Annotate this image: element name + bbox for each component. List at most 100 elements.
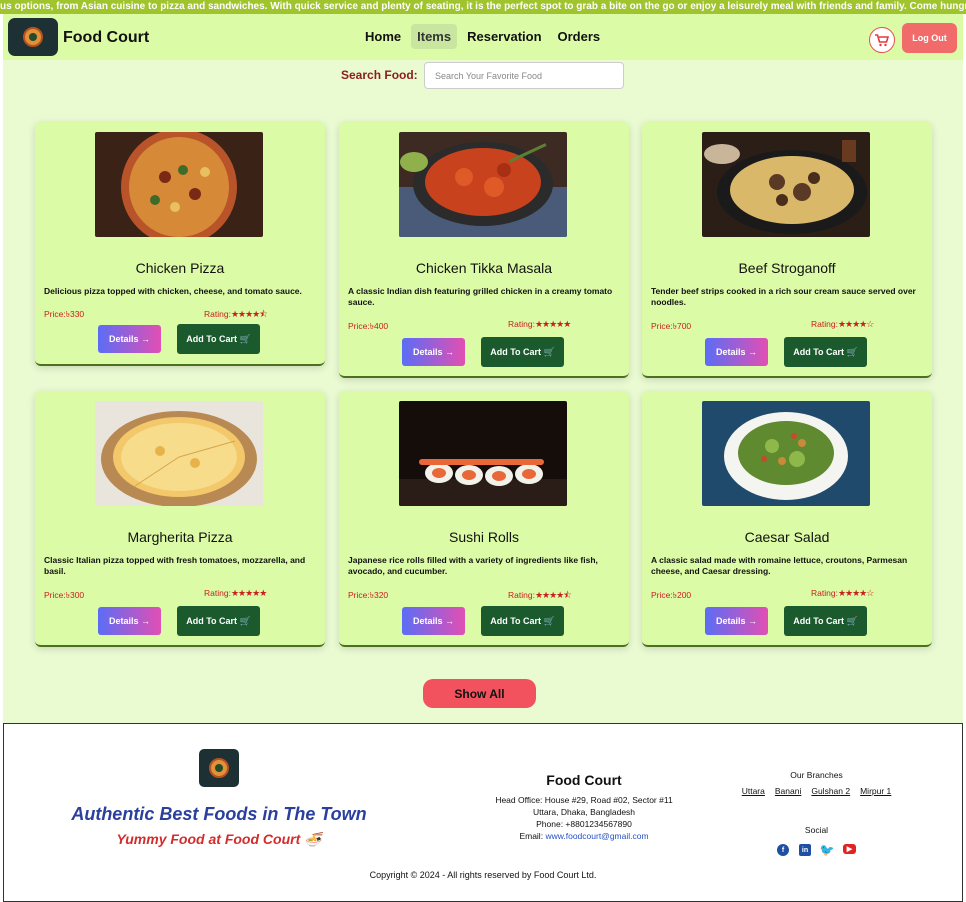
star-icons: ★★★★☆ xyxy=(837,319,874,329)
details-label: Details xyxy=(715,347,746,357)
add-to-cart-button[interactable]: Add To Cart 🛒 xyxy=(177,324,260,354)
food-rating: Rating:★★★★★ xyxy=(508,319,571,330)
branch-link[interactable]: Banani xyxy=(775,786,801,796)
add-to-cart-button[interactable]: Add To Cart 🛒 xyxy=(481,337,564,367)
food-image xyxy=(702,401,870,506)
announcement-marquee: us options, from Asian cuisine to pizza … xyxy=(0,0,966,14)
footer-tagline: Authentic Best Foods in The Town xyxy=(71,804,367,824)
footer-contact: Head Office: House #29, Road #02, Sector… xyxy=(434,794,734,842)
price-value: ৳400 xyxy=(369,321,389,331)
add-to-cart-label: Add To Cart xyxy=(186,334,238,344)
arrow-right-icon: → xyxy=(138,616,151,626)
price-label: Price: xyxy=(44,590,66,600)
youtube-icon[interactable]: ▶ xyxy=(843,844,856,854)
cart-icon: 🛒 xyxy=(237,615,251,626)
details-label: Details xyxy=(412,347,443,357)
email-label: Email: xyxy=(519,831,544,841)
logo[interactable] xyxy=(8,18,58,56)
nav-home[interactable]: Home xyxy=(359,24,407,49)
arrow-right-icon: → xyxy=(745,347,758,357)
twitter-icon[interactable]: 🐦 xyxy=(820,843,835,857)
footer-phone: Phone: +8801234567890 xyxy=(536,819,632,829)
cart-icon: 🛒 xyxy=(844,615,858,626)
nav-orders[interactable]: Orders xyxy=(552,24,607,49)
food-title: Caesar Salad xyxy=(744,529,830,545)
price-value: ৳200 xyxy=(672,590,692,600)
food-title: Chicken Tikka Masala xyxy=(415,260,553,276)
cart-icon xyxy=(875,33,889,46)
add-to-cart-button[interactable]: Add To Cart 🛒 xyxy=(784,606,867,636)
footer-subtagline: Yummy Food at Food Court 🍜 xyxy=(116,831,322,847)
food-image xyxy=(702,132,870,237)
details-button[interactable]: Details → xyxy=(402,607,465,635)
branch-link[interactable]: Uttara xyxy=(742,786,765,796)
cart-button[interactable] xyxy=(869,27,895,53)
star-icons: ★★★★★ xyxy=(230,588,267,598)
rating-label: Rating: xyxy=(204,588,231,598)
footer-logo xyxy=(199,749,239,787)
add-to-cart-button[interactable]: Add To Cart 🛒 xyxy=(177,606,260,636)
food-title: Sushi Rolls xyxy=(448,529,520,545)
details-button[interactable]: Details → xyxy=(402,338,465,366)
food-rating: Rating:★★★★⯪ xyxy=(204,307,268,323)
social-title: Social xyxy=(804,825,829,835)
add-to-cart-button[interactable]: Add To Cart 🛒 xyxy=(481,606,564,636)
facebook-icon[interactable]: f xyxy=(777,844,789,856)
food-image xyxy=(95,401,263,506)
food-price: Price:৳300 xyxy=(44,589,84,603)
food-description: Japanese rice rolls filled with a variet… xyxy=(348,555,598,576)
copyright: Copyright © 2024 - All rights reserved b… xyxy=(369,870,597,880)
add-to-cart-button[interactable]: Add To Cart 🛒 xyxy=(784,337,867,367)
social-icons: f in 🐦 ▶ xyxy=(724,843,909,857)
cart-icon: 🛒 xyxy=(541,346,555,357)
branch-link[interactable]: Mirpur 1 xyxy=(860,786,891,796)
details-button[interactable]: Details → xyxy=(98,325,161,353)
food-card: Chicken Tikka Masala A classic Indian di… xyxy=(339,122,629,378)
arrow-right-icon: → xyxy=(138,334,151,344)
details-label: Details xyxy=(715,616,746,626)
rating-label: Rating: xyxy=(508,319,535,329)
food-image xyxy=(399,132,567,237)
arrow-right-icon: → xyxy=(745,616,758,626)
food-title: Margherita Pizza xyxy=(127,529,233,545)
star-icons: ★★★★☆ xyxy=(837,588,874,598)
logout-button[interactable]: Log Out xyxy=(902,23,957,53)
footer-email-line: Email: www.foodcourt@gmail.com xyxy=(434,830,734,842)
search-label: Search Food: xyxy=(341,68,418,82)
food-rating: Rating:★★★★☆ xyxy=(811,588,874,599)
details-button[interactable]: Details → xyxy=(705,607,768,635)
details-button[interactable]: Details → xyxy=(98,607,161,635)
show-all-button[interactable]: Show All xyxy=(423,679,536,708)
food-price: Price:৳320 xyxy=(348,589,388,603)
arrow-right-icon: → xyxy=(442,347,455,357)
cart-icon: 🛒 xyxy=(237,333,251,344)
rating-label: Rating: xyxy=(811,588,838,598)
food-rating: Rating:★★★★★ xyxy=(204,588,267,599)
email-link[interactable]: www.foodcourt@gmail.com xyxy=(545,831,648,841)
navbar: Food Court Home Items Reservation Orders… xyxy=(3,14,963,60)
add-to-cart-label: Add To Cart xyxy=(793,616,845,626)
price-label: Price: xyxy=(348,321,370,331)
branches-title: Our Branches xyxy=(790,770,843,780)
linkedin-icon[interactable]: in xyxy=(799,844,811,856)
branch-link[interactable]: Gulshan 2 xyxy=(811,786,850,796)
brand-name[interactable]: Food Court xyxy=(63,29,149,47)
star-icons: ★★★★⯪ xyxy=(534,590,572,600)
food-description: Tender beef strips cooked in a rich sour… xyxy=(651,286,916,307)
star-icons: ★★★★★ xyxy=(534,319,571,329)
price-value: ৳330 xyxy=(65,309,85,319)
nav-items[interactable]: Items xyxy=(411,24,458,49)
food-description: Delicious pizza topped with chicken, che… xyxy=(44,286,302,296)
price-label: Price: xyxy=(651,590,673,600)
details-label: Details xyxy=(412,616,443,626)
marquee-text: us options, from Asian cuisine to pizza … xyxy=(0,1,966,12)
details-label: Details xyxy=(108,616,139,626)
add-to-cart-label: Add To Cart xyxy=(490,616,542,626)
search-input[interactable] xyxy=(424,62,624,89)
branches-list: Uttara Banani Gulshan 2 Mirpur 1 xyxy=(724,786,909,796)
footer-branches: Our Branches Uttara Banani Gulshan 2 Mir… xyxy=(724,770,909,796)
food-rating: Rating:★★★★☆ xyxy=(811,319,874,330)
details-button[interactable]: Details → xyxy=(705,338,768,366)
nav-reservation[interactable]: Reservation xyxy=(461,24,547,49)
food-card: Beef Stroganoff Tender beef strips cooke… xyxy=(642,122,932,378)
